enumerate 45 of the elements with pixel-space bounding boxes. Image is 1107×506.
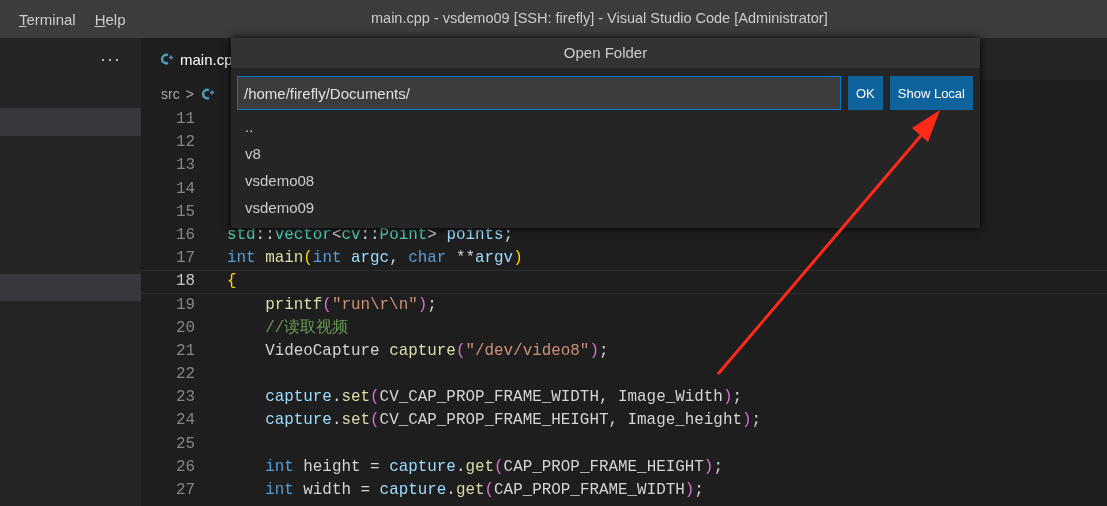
folder-list-item[interactable]: vsdemo08	[231, 167, 980, 194]
line-number: 25	[174, 433, 195, 455]
cpp-file-icon	[199, 87, 214, 101]
line-number: 13	[174, 155, 195, 177]
line-number: 18	[174, 271, 195, 293]
line-number: 12	[174, 132, 195, 154]
sidebar-row[interactable]	[0, 273, 141, 302]
code-line: capture.set(CV_CAP_PROP_FRAME_HEIGHT, Image_height);	[264, 410, 762, 432]
code-line: int width = capture.get(CAP_PROP_FRAME_WIDTH);	[264, 480, 704, 501]
dialog-button[interactable]: Show Local	[889, 76, 973, 110]
line-number: 17	[174, 248, 195, 270]
line-number: 23	[174, 387, 195, 409]
code-line: printf("run\r\n");	[264, 294, 437, 316]
code-line: VideoCapture capture("/dev/video8");	[264, 340, 609, 362]
folder-list-item[interactable]: v8	[231, 140, 980, 167]
line-number: 27	[174, 480, 195, 501]
path-input-field[interactable]: /home/firefly/Documents/	[237, 76, 841, 110]
code-line: std::vector<cv::Point> points;	[227, 224, 514, 246]
menu-item[interactable]: Terminal	[19, 10, 76, 28]
code-line: int height = capture.get(CAP_PROP_FRAME_HEIGHT);	[264, 456, 723, 478]
window-title: main.cpp - vsdemo09 [SSH: firefly] - Visual Studio Code [Administrator]	[371, 10, 828, 26]
more-actions-button[interactable]: ···	[100, 48, 121, 70]
cpp-file-icon	[159, 52, 173, 66]
line-number: 16	[174, 224, 195, 246]
line-number: 24	[174, 410, 195, 432]
breadcrumb-separator: >	[185, 86, 194, 102]
code-line: int main(int argc, char **argv)	[227, 248, 523, 270]
line-number: 26	[174, 456, 195, 478]
menu-item[interactable]: Help	[94, 10, 126, 28]
folder-list-item[interactable]: ..	[231, 113, 980, 140]
line-number: 14	[174, 178, 195, 200]
breadcrumb-item[interactable]: src	[161, 86, 180, 102]
folder-list-item[interactable]: vsdemo09	[231, 194, 980, 221]
code-line: capture.set(CV_CAP_PROP_FRAME_WIDTH, Image_Width);	[264, 387, 742, 409]
line-number: 21	[174, 340, 195, 362]
code-line: //读取视频	[264, 317, 349, 339]
dialog-button[interactable]: OK	[848, 76, 883, 110]
line-number: 19	[174, 294, 195, 316]
dialog-title: Open Folder	[231, 38, 980, 68]
line-number: 20	[174, 317, 195, 339]
line-number: 11	[174, 109, 195, 130]
sidebar-row[interactable]	[0, 108, 141, 136]
line-number: 15	[174, 201, 195, 223]
code-line: {	[227, 271, 237, 293]
line-number: 22	[174, 364, 195, 386]
